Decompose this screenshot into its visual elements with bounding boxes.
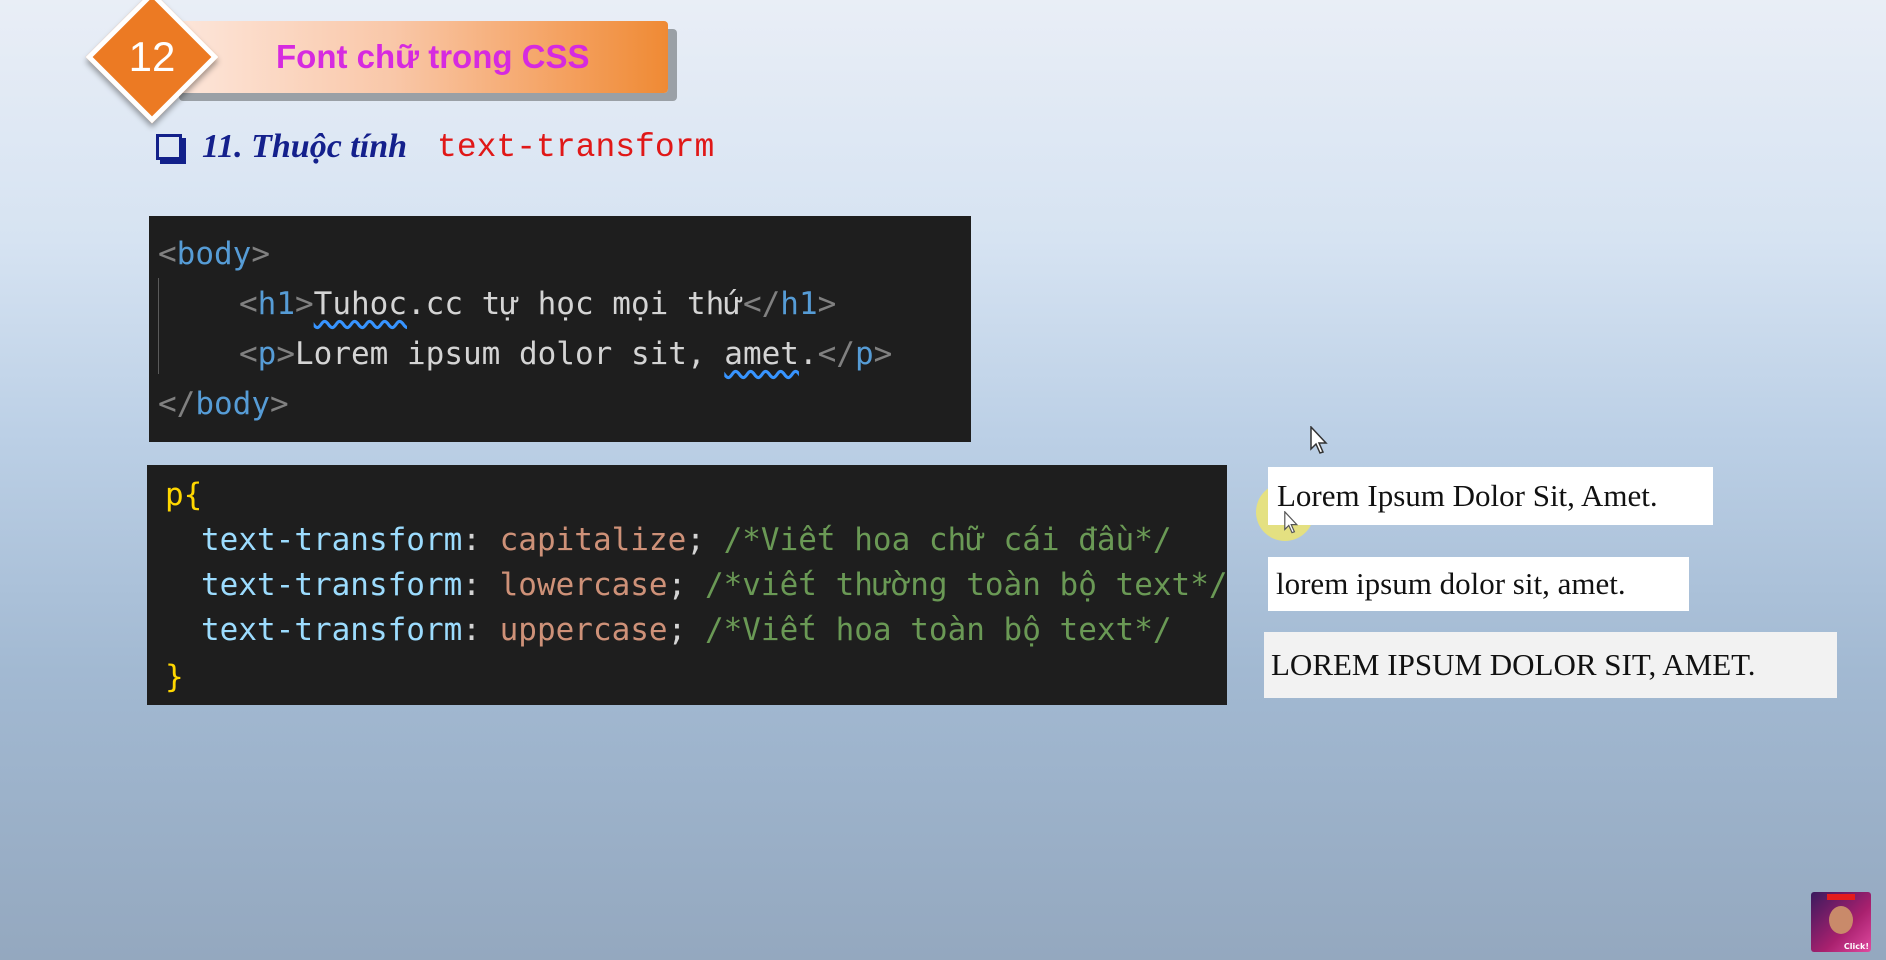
preview-uppercase: LOREM IPSUM DOLOR SIT, AMET. bbox=[1264, 632, 1837, 698]
indent-guide bbox=[158, 278, 159, 374]
preview-capitalize: Lorem Ipsum Dolor Sit, Amet. bbox=[1268, 467, 1713, 525]
css-selector-line: p{ bbox=[165, 477, 203, 513]
preview-lowercase: lorem ipsum dolor sit, amet. bbox=[1268, 557, 1689, 611]
css-rule-line: text-transform: uppercase; /*Viết hoa to… bbox=[201, 612, 1172, 648]
section-heading-property: text-transform bbox=[437, 128, 715, 166]
section-heading-text: 11. Thuộc tính bbox=[202, 128, 408, 165]
css-code-block: p{ text-transform: capitalize; /*Viết ho… bbox=[147, 465, 1228, 705]
channel-avatar-thumbnail[interactable]: Click! bbox=[1811, 892, 1871, 952]
subscribe-tag-icon bbox=[1827, 894, 1855, 900]
mouse-pointer-icon bbox=[1310, 426, 1328, 454]
section-heading: 11. Thuộc tính text-transform bbox=[156, 124, 714, 170]
avatar bbox=[1829, 906, 1853, 934]
lesson-number: 12 bbox=[128, 33, 176, 80]
css-rule-line: text-transform: capitalize; /*Viết hoa c… bbox=[201, 522, 1172, 558]
slide-title: Font chữ trong CSS bbox=[276, 38, 590, 75]
code-line-body-open: <body> bbox=[158, 236, 270, 272]
title-banner: Font chữ trong CSS bbox=[170, 21, 668, 93]
checkbox-bullet-icon bbox=[156, 134, 182, 160]
mouse-pointer-ghost-icon bbox=[1284, 511, 1299, 534]
css-closing-brace: } bbox=[165, 659, 184, 695]
code-line-body-close: </body> bbox=[158, 386, 289, 422]
css-rule-line: text-transform: lowercase; /*viết thường… bbox=[201, 567, 1228, 603]
thumbnail-label: Click! bbox=[1843, 942, 1869, 951]
code-line-p: <p>Lorem ipsum dolor sit, amet.</p> bbox=[239, 336, 893, 372]
code-line-h1: <h1>Tuhoc.cc tự học mọi thứ</h1> bbox=[239, 286, 837, 322]
html-code-block: <body> <h1>Tuhoc.cc tự học mọi thứ</h1> … bbox=[149, 216, 971, 442]
